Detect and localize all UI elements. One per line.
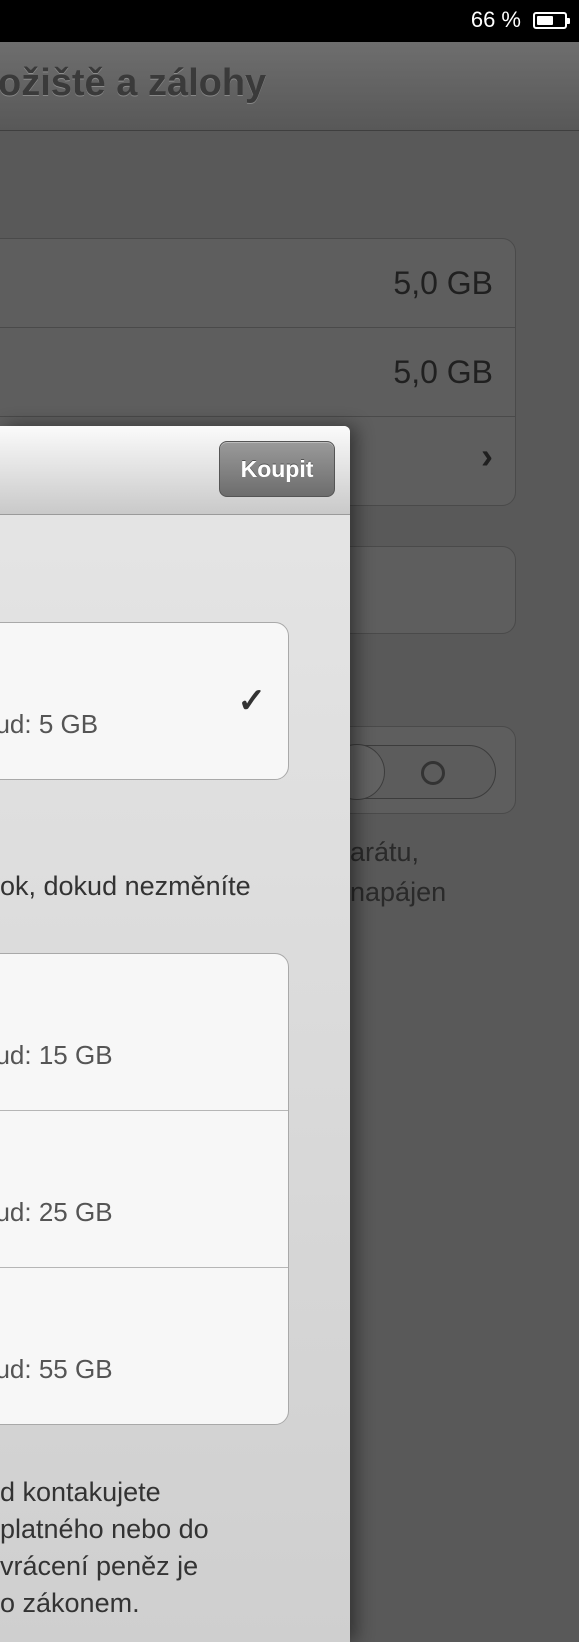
backup-footnote: arátu, napájen — [350, 832, 446, 912]
upgrade-plan-row[interactable]: oud: 25 GB — [0, 1111, 288, 1268]
storage-available-row: 5,0 GB — [0, 328, 515, 417]
plan-note: ok, dokud nezměníte — [0, 871, 251, 901]
current-plan-card: oud: 5 GB ✓ — [0, 622, 289, 780]
buy-storage-sheet: Koupit oud: 5 GB ✓ ok, dokud nezměníte o… — [0, 426, 350, 1642]
buy-button[interactable]: Koupit — [219, 441, 335, 497]
upgrade-plan-row[interactable]: oud: 55 GB — [0, 1268, 288, 1424]
terms-footer: d kontakujete platného nebo do vrácení p… — [0, 1474, 209, 1622]
plan-subtitle: oud: 15 GB — [0, 1040, 113, 1070]
terms-line: o zákonem. — [0, 1588, 140, 1618]
battery-percentage: 66 % — [470, 7, 521, 32]
battery-level — [537, 16, 553, 25]
page-title: ožiště a zálohy — [0, 62, 267, 104]
current-plan-row[interactable]: oud: 5 GB ✓ — [0, 623, 288, 779]
sheet-header: Koupit — [0, 426, 350, 515]
terms-line: vrácení peněz je — [0, 1551, 199, 1581]
chevron-right-icon: › — [481, 435, 493, 476]
storage-total-row: 5,0 GB — [0, 239, 515, 328]
storage-total-value: 5,0 GB — [393, 265, 493, 301]
terms-line: platného nebo do — [0, 1514, 209, 1544]
toggle-off-indicator-icon — [421, 761, 445, 785]
checkmark-icon: ✓ — [237, 682, 267, 720]
plan-subtitle: oud: 55 GB — [0, 1354, 113, 1384]
terms-line: d kontakujete — [0, 1477, 161, 1507]
status-bar: 66 % — [0, 0, 579, 42]
backup-toggle-switch[interactable] — [329, 744, 496, 800]
upgrade-plans-card: oud: 15 GB oud: 25 GB oud: 55 GB — [0, 953, 289, 1425]
battery-icon — [533, 12, 570, 29]
plan-subtitle: oud: 5 GB — [0, 709, 99, 739]
footnote-line: arátu, — [350, 837, 420, 867]
plan-subtitle: oud: 25 GB — [0, 1197, 113, 1227]
footnote-line: napájen — [350, 877, 447, 907]
navigation-bar: ožiště a zálohy — [0, 42, 579, 131]
upgrade-plan-row[interactable]: oud: 15 GB — [0, 954, 288, 1111]
storage-available-value: 5,0 GB — [393, 354, 493, 390]
